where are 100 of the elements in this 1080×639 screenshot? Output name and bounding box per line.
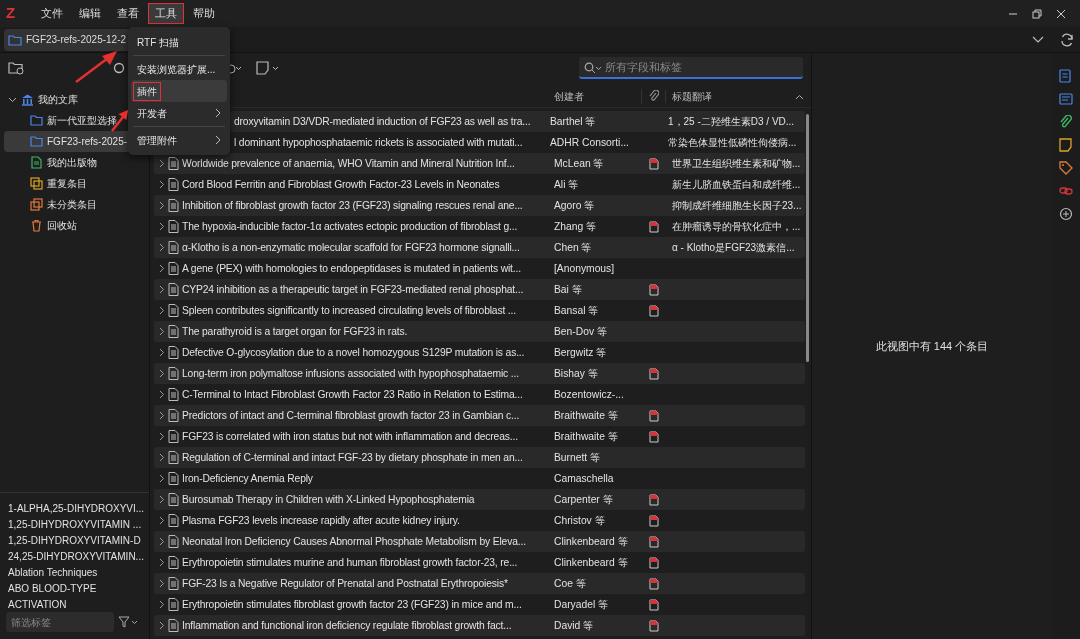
item-row[interactable]: Regulation of C-terminal and intact FGF-23 by dietary phosphate in men an... Burnett 等: [154, 447, 805, 468]
item-row[interactable]: Burosumab Therapy in Children with X-Linked Hypophosphatemia Carpenter 等: [154, 489, 805, 510]
library-tab[interactable]: FGF23-refs-2025-12-2: [4, 28, 131, 51]
title-cell-text: Neonatal Iron Deficiency Causes Abnormal Phosphate Metabolism by Eleva...: [182, 534, 526, 549]
title-cell-text: Inhibition of fibroblast growth factor 23 (FGF23) signaling rescues renal ane...: [182, 198, 523, 213]
tag-item[interactable]: Ablation Techniques: [8, 565, 141, 581]
creator-cell: Zhang 等: [554, 220, 597, 232]
tag-item[interactable]: 1,25-DIHYDROXYVITAMIN ...: [8, 517, 141, 533]
menu-item[interactable]: 工具: [148, 2, 184, 25]
collection-item[interactable]: FGF23-refs-2025-: [4, 131, 131, 152]
item-row[interactable]: FGF-23 Is a Negative Regulator of Prenatal and Postnatal Erythropoiesis* Coe 等: [154, 573, 805, 594]
item-row[interactable]: l dominant hypophosphataemic rickets is associated with mutati... ADHR Consorti... 常染色体显性低磷性佝偻病...: [230, 132, 805, 153]
item-row[interactable]: A gene (PEX) with homologies to endopeptidases is mutated in patients wit... [Anonymous]: [154, 258, 805, 279]
item-row[interactable]: α-Klotho is a non-enzymatic molecular scaffold for FGF23 hormone signalli... Chen 等 α - Klotho是FGF23激素信...: [154, 237, 805, 258]
menu-item[interactable]: RTF 扫描: [131, 31, 227, 53]
creator-cell: Braithwaite 等: [554, 430, 618, 442]
menu-item[interactable]: 安装浏览器扩展...: [131, 58, 227, 80]
item-row[interactable]: Plasma FGF23 levels increase rapidly after acute kidney injury. Christov 等: [154, 510, 805, 531]
title-cell-text: l dominant hypophosphataemic rickets is associated with mutati...: [234, 135, 523, 150]
tag-item[interactable]: 1-ALPHA,25-DIHYDROXYVI...: [8, 501, 141, 517]
collection-item[interactable]: 未分类条目: [4, 194, 131, 215]
column-header[interactable]: 标题翻译: [672, 89, 712, 104]
creator-cell: Carpenter 等: [554, 493, 613, 505]
creator-cell: Clinkenbeard 等: [554, 535, 628, 547]
translation-cell: α - Klotho是FGF23激素信...: [672, 242, 795, 253]
menu-item[interactable]: 管理附件: [131, 129, 227, 151]
menu-item[interactable]: 文件: [34, 2, 70, 25]
creator-cell: Coe 等: [554, 577, 586, 589]
menu-item[interactable]: 编辑: [72, 2, 108, 25]
title-cell-text: A gene (PEX) with homologies to endopeptidases is mutated in patients wit...: [182, 261, 521, 276]
collection-item[interactable]: 新一代亚型选择: [4, 110, 131, 131]
collection-item[interactable]: 重复条目: [4, 173, 131, 194]
item-row[interactable]: Spleen contributes significantly to increased circulating levels of fibroblast ... Bansal 等: [154, 300, 805, 321]
item-row[interactable]: The parathyroid is a target organ for FGF23 in rats. Ben-Dov 等: [154, 321, 805, 342]
title-cell-text: Inflammation and functional iron deficiency regulate fibroblast growth fact...: [182, 618, 512, 633]
item-row[interactable]: Defective O-glycosylation due to a novel homozygous S129P mutation is as... Bergwitz 等: [154, 342, 805, 363]
title-cell-text: Plasma FGF23 levels increase rapidly after acute kidney injury.: [182, 513, 460, 528]
item-row[interactable]: The hypoxia-inducible factor-1α activates ectopic production of fibroblast g... Zhang 等 在肿瘤诱导的骨软化症中，...: [154, 216, 805, 237]
creator-cell: Daryadel 等: [554, 598, 609, 610]
tag-item[interactable]: 1,25-DIHYDROXYVITAMIN-D: [8, 533, 141, 549]
item-row[interactable]: Cord Blood Ferritin and Fibroblast Growth Factor-23 Levels in Neonates Ali 等 新生儿脐血铁蛋白和成纤维...: [154, 174, 805, 195]
title-cell-text: CYP24 inhibition as a therapeutic target in FGF23-mediated renal phosphat...: [182, 282, 524, 297]
tag-item[interactable]: ACTIVATION: [8, 597, 141, 613]
item-row[interactable]: Inhibition of fibroblast growth factor 23 (FGF23) signaling rescues renal ane... Agoro 等 抑制成纤维细胞生长因子23...: [154, 195, 805, 216]
tag-item[interactable]: ABO BLOOD-TYPE: [8, 581, 141, 597]
title-cell-text: Regulation of C-terminal and intact FGF-23 by dietary phosphate in men an...: [182, 450, 523, 465]
title-cell-text: FGF-23 Is a Negative Regulator of Prenatal and Postnatal Erythropoiesis*: [182, 576, 508, 591]
title-cell-text: Erythropoietin stimulates fibroblast growth factor 23 (FGF23) in mice and m...: [182, 597, 522, 612]
creator-cell: Burnett 等: [554, 451, 601, 463]
translation-cell: 抑制成纤维细胞生长因子23...: [672, 200, 802, 211]
creator-cell: Camaschella: [554, 472, 614, 484]
translation-cell: 世界卫生组织维生素和矿物...: [672, 158, 801, 169]
menu-item[interactable]: 插件: [131, 80, 227, 102]
title-cell-text: Predictors of intact and C-terminal fibroblast growth factor 23 in Gambian c...: [182, 408, 520, 423]
creator-cell: ADHR Consorti...: [550, 136, 629, 148]
item-row[interactable]: Erythropoietin stimulates murine and human fibroblast growth factor-23, re... Clinkenbeard 等: [154, 552, 805, 573]
creator-cell: Christov 等: [554, 514, 605, 526]
item-row[interactable]: droxyvitamin D3/VDR-mediated induction of FGF23 as well as tra... Barthel 等 1，25 -二羟维生素D3 / VD...: [230, 111, 805, 132]
item-row[interactable]: FGF23 is correlated with iron status but not with inflammation and decreas... Braithwaite 等: [154, 426, 805, 447]
collection-item[interactable]: 我的出版物: [4, 152, 131, 173]
item-row[interactable]: Long-term iron polymaltose infusions associated with hypophosphataemic ... Bishay 等: [154, 363, 805, 384]
column-header[interactable]: 创建者: [554, 90, 584, 102]
creator-cell: McLean 等: [554, 157, 604, 169]
item-row[interactable]: C-Terminal to Intact Fibroblast Growth Factor 23 Ratio in Relation to Estima... Bozentowicz-...: [154, 384, 805, 405]
creator-cell: Bergwitz 等: [554, 346, 607, 358]
menu-item[interactable]: 帮助: [186, 2, 222, 25]
item-row[interactable]: CYP24 inhibition as a therapeutic target in FGF23-mediated renal phosphat... Bai 等: [154, 279, 805, 300]
title-cell-text: Spleen contributes significantly to increased circulating levels of fibroblast ...: [182, 303, 516, 318]
item-count-message: 此视图中有 144 个条目: [875, 338, 989, 354]
item-row[interactable]: Erythropoietin stimulates fibroblast growth factor 23 (FGF23) in mice and m... Daryadel 等: [154, 594, 805, 615]
library-item[interactable]: 我的文库: [4, 89, 131, 110]
creator-cell: [Anonymous]: [554, 262, 615, 274]
menu-item[interactable]: 开发者: [131, 102, 227, 124]
item-row[interactable]: Predictors of intact and C-terminal fibroblast growth factor 23 in Gambian c... Braithwaite 等: [154, 405, 805, 426]
collection-item[interactable]: 回收站: [4, 215, 131, 236]
item-row[interactable]: Iron-Deficiency Anemia Reply Camaschella: [154, 468, 805, 489]
translation-cell: 新生儿脐血铁蛋白和成纤维...: [672, 179, 801, 190]
creator-cell: Chen 等: [554, 241, 592, 253]
tag-item[interactable]: 24,25-DIHYDROXYVITAMIN...: [8, 549, 141, 565]
item-row[interactable]: Worldwide prevalence of anaemia, WHO Vitamin and Mineral Nutrition Inf... McLean 等 世界卫生组织维生素和矿物...: [154, 153, 805, 174]
menu-item[interactable]: 查看: [110, 2, 146, 25]
creator-cell: Ali 等: [554, 178, 579, 190]
title-cell-text: Worldwide prevalence of anaemia, WHO Vitamin and Mineral Nutrition Inf...: [182, 156, 515, 171]
creator-cell: Bai 等: [554, 283, 582, 295]
title-cell-text: The hypoxia-inducible factor-1α activates ectopic production of fibroblast g...: [182, 219, 518, 234]
title-cell-text: Cord Blood Ferritin and Fibroblast Growth Factor-23 Levels in Neonates: [182, 177, 500, 192]
app-logo: Z: [6, 3, 17, 24]
item-row[interactable]: Neonatal Iron Deficiency Causes Abnormal Phosphate Metabolism by Eleva... Clinkenbeard 等: [154, 531, 805, 552]
creator-cell: Clinkenbeard 等: [554, 556, 628, 568]
item-row[interactable]: Inflammation and functional iron deficiency regulate fibroblast growth fact... David 等: [154, 615, 805, 636]
creator-cell: Bozentowicz-...: [554, 388, 624, 400]
creator-cell: Bishay 等: [554, 367, 598, 379]
title-cell-text: Long-term iron polymaltose infusions associated with hypophosphataemic ...: [182, 366, 519, 381]
creator-cell: Bansal 等: [554, 304, 599, 316]
title-cell-text: FGF23 is correlated with iron status but not with inflammation and decreas...: [182, 429, 518, 444]
translation-cell: 1，25 -二羟维生素D3 / VD...: [668, 116, 795, 127]
tag-filter-field[interactable]: 筛选标签: [6, 612, 114, 632]
title-cell-text: Iron-Deficiency Anemia Reply: [182, 471, 313, 486]
title-cell-text: The parathyroid is a target organ for FGF23 in rats.: [182, 324, 408, 339]
search-field[interactable]: 所有字段和标签: [579, 57, 803, 79]
